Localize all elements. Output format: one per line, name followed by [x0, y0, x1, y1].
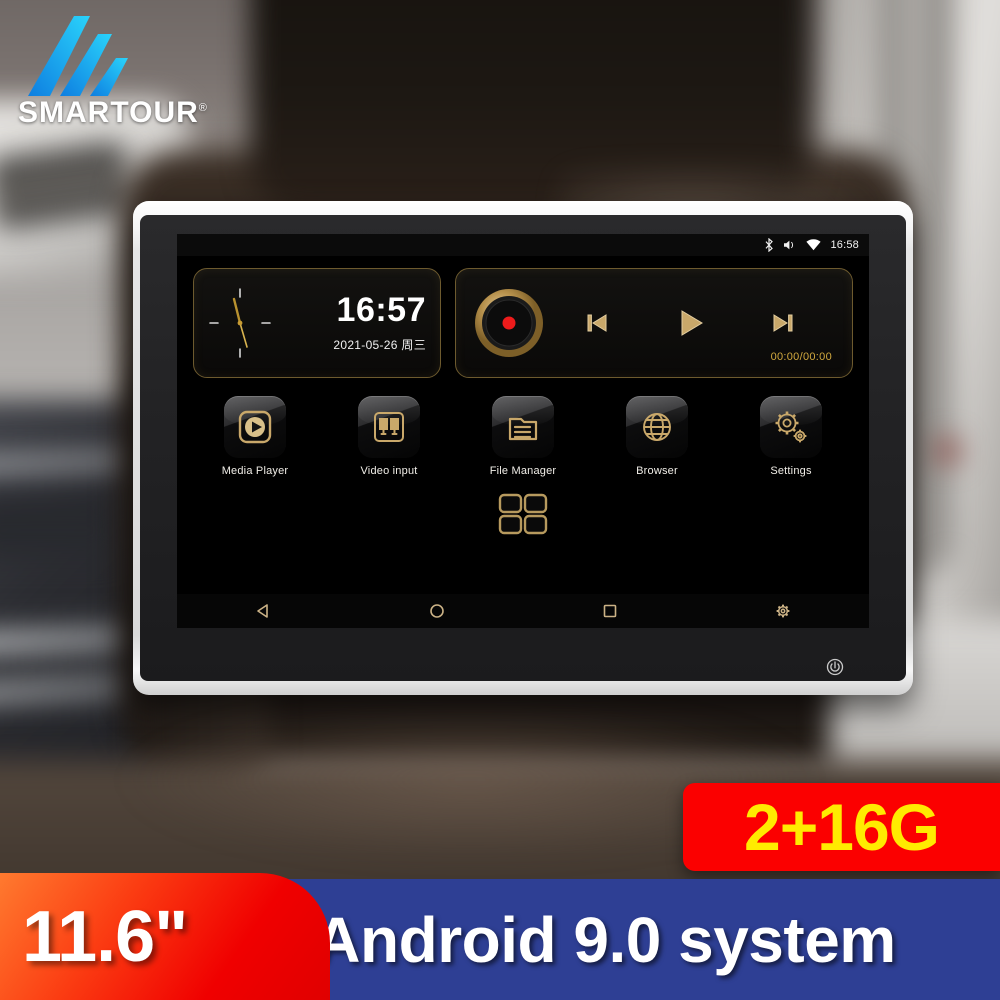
settings-gear-icon[interactable] [696, 602, 869, 620]
clock-widget[interactable]: 16:57 2021-05-26 周三 [193, 268, 441, 378]
skip-previous-icon[interactable] [584, 310, 610, 336]
app-drawer-row [177, 491, 869, 539]
globe-icon [626, 396, 688, 458]
vinyl-record-icon [472, 286, 546, 360]
media-player-icon [224, 396, 286, 458]
brand-logo: SMARTOUR® [12, 12, 222, 132]
bluetooth-icon [764, 238, 774, 252]
ram-storage-text: 2+16G [744, 790, 940, 864]
back-triangle-icon[interactable] [177, 602, 350, 620]
music-player-widget[interactable]: 00:00/00:00 [455, 268, 853, 378]
three-blue-bars-logo [28, 16, 128, 96]
gears-icon [760, 396, 822, 458]
app-label: File Manager [489, 465, 557, 477]
ram-storage-badge: 2+16G [683, 783, 1000, 871]
headrest-monitor-device: 16:58 16:57 2021-05-26 周三 00:00/00:00 Me… [133, 201, 913, 695]
app-drawer-grid-icon[interactable] [496, 491, 550, 539]
app-label: Media Player [221, 465, 289, 477]
app-file-manager[interactable]: File Manager [475, 396, 571, 477]
wifi-icon [806, 239, 822, 251]
device-screen[interactable]: 16:58 16:57 2021-05-26 周三 00:00/00:00 Me… [177, 234, 869, 628]
app-label: Video input [360, 465, 418, 477]
registered-mark: ® [198, 102, 208, 114]
app-row: Media Player Video input File Manager Br… [177, 378, 869, 477]
clock-digital-time: 16:57 [336, 291, 426, 329]
brand-name: SMARTOUR® [18, 96, 208, 129]
android-nav-bar [177, 594, 869, 628]
status-bar-time: 16:58 [830, 239, 859, 251]
power-icon[interactable] [825, 657, 845, 677]
screen-size-banner: 11.6" [0, 873, 330, 1000]
play-icon[interactable] [673, 306, 707, 340]
os-text: Android 9.0 system [314, 903, 896, 976]
app-media-player[interactable]: Media Player [207, 396, 303, 477]
home-circle-icon[interactable] [350, 602, 523, 620]
clock-date: 2021-05-26 周三 [333, 338, 426, 352]
skip-next-icon[interactable] [770, 310, 796, 336]
file-manager-icon [492, 396, 554, 458]
analog-clock-face [194, 273, 286, 373]
music-time-display: 00:00/00:00 [770, 351, 832, 363]
screen-size-text: 11.6" [22, 896, 188, 977]
status-bar: 16:58 [177, 234, 869, 256]
recents-square-icon[interactable] [523, 602, 696, 620]
app-browser[interactable]: Browser [609, 396, 705, 477]
app-label: Browser [636, 465, 678, 477]
widget-row: 16:57 2021-05-26 周三 00:00/00:00 [177, 256, 869, 378]
video-input-icon [358, 396, 420, 458]
volume-mute-icon [783, 239, 797, 251]
app-video-input[interactable]: Video input [341, 396, 437, 477]
app-settings[interactable]: Settings [743, 396, 839, 477]
app-label: Settings [770, 465, 812, 477]
